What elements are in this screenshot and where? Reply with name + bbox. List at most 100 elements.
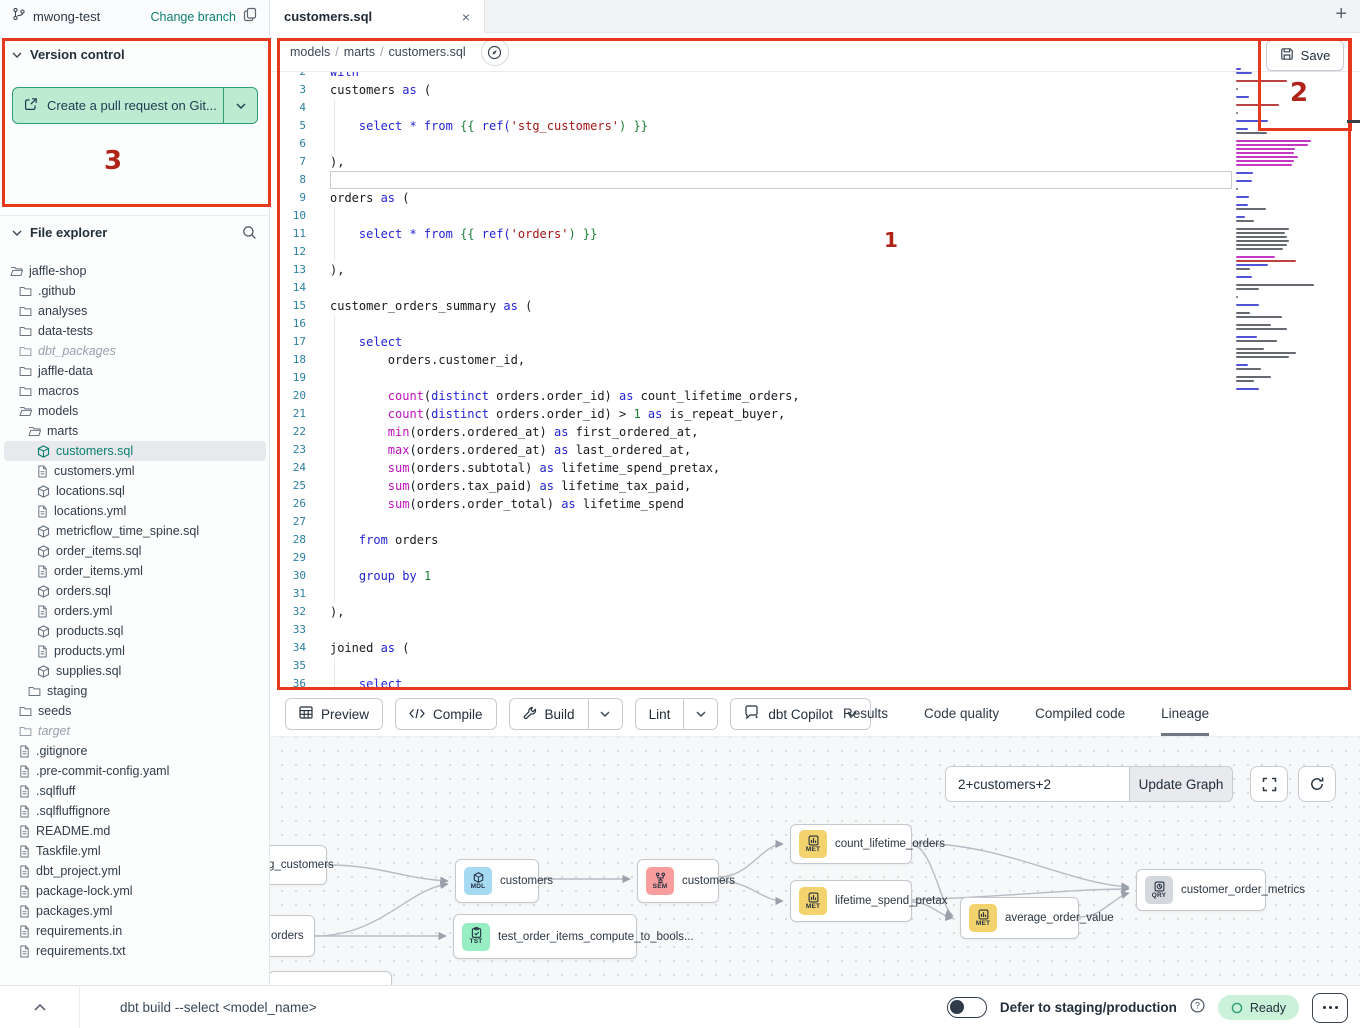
code-line-4[interactable]: 4	[270, 99, 1360, 117]
code-line-11[interactable]: 11 select * from {{ ref('orders') }}	[270, 225, 1360, 243]
tree-item-staging[interactable]: staging	[4, 681, 266, 701]
lineage-node-customer-order-metrics[interactable]: QRYcustomer_order_metrics	[1136, 869, 1266, 911]
tree-item-order-items-yml[interactable]: order_items.yml	[4, 561, 266, 581]
breadcrumb-item[interactable]: customers.sql	[389, 45, 466, 59]
code-line-22[interactable]: 22 min(orders.ordered_at) as first_order…	[270, 423, 1360, 441]
tab-close-icon[interactable]: ×	[462, 10, 470, 24]
compile-button[interactable]: Compile	[395, 698, 497, 730]
create-pr-button[interactable]: Create a pull request on Git...	[12, 87, 258, 124]
tree-item-metricflow-time-spine-sql[interactable]: metricflow_time_spine.sql	[4, 521, 266, 541]
code-line-15[interactable]: 15customer_orders_summary as (	[270, 297, 1360, 315]
tab-compiled-code[interactable]: Compiled code	[1035, 692, 1125, 736]
tree-item-target[interactable]: target	[4, 721, 266, 741]
pr-dropdown-toggle[interactable]	[223, 88, 257, 123]
copy-branch-icon[interactable]	[243, 7, 257, 27]
change-branch-link[interactable]: Change branch	[151, 10, 236, 24]
code-line-31[interactable]: 31	[270, 585, 1360, 603]
tree-item-supplies-sql[interactable]: supplies.sql	[4, 661, 266, 681]
lineage-node-stg-customers[interactable]: stg_customers	[270, 845, 327, 885]
code-line-27[interactable]: 27	[270, 513, 1360, 531]
code-line-17[interactable]: 17 select	[270, 333, 1360, 351]
tree-item--sqlfluffignore[interactable]: .sqlfluffignore	[4, 801, 266, 821]
tree-item-macros[interactable]: macros	[4, 381, 266, 401]
code-line-5[interactable]: 5 select * from {{ ref('stg_customers') …	[270, 117, 1360, 135]
tree-item--gitignore[interactable]: .gitignore	[4, 741, 266, 761]
tree-item--sqlfluff[interactable]: .sqlfluff	[4, 781, 266, 801]
save-button[interactable]: Save	[1266, 40, 1344, 71]
tree-item-products-yml[interactable]: products.yml	[4, 641, 266, 661]
tree-item-readme-md[interactable]: README.md	[4, 821, 266, 841]
tree-item-marts[interactable]: marts	[4, 421, 266, 441]
code-line-20[interactable]: 20 count(distinct orders.order_id) as co…	[270, 387, 1360, 405]
build-button[interactable]: Build	[510, 699, 588, 729]
tree-item-jaffle-shop[interactable]: jaffle-shop	[4, 261, 266, 281]
search-icon[interactable]	[242, 225, 257, 240]
tree-item-packages-yml[interactable]: packages.yml	[4, 901, 266, 921]
code-line-16[interactable]: 16	[270, 315, 1360, 333]
code-line-2[interactable]: 2with	[270, 72, 1360, 81]
refresh-button[interactable]	[1298, 766, 1336, 802]
build-dropdown[interactable]	[588, 699, 622, 729]
new-tab-button[interactable]: +	[1335, 3, 1347, 26]
breadcrumb-item[interactable]: models	[290, 45, 330, 59]
code-line-28[interactable]: 28 from orders	[270, 531, 1360, 549]
help-icon[interactable]: ?	[1190, 998, 1205, 1018]
tree-item-dbt-project-yml[interactable]: dbt_project.yml	[4, 861, 266, 881]
tree-item-locations-sql[interactable]: locations.sql	[4, 481, 266, 501]
tree-item-orders-sql[interactable]: orders.sql	[4, 581, 266, 601]
code-line-6[interactable]: 6	[270, 135, 1360, 153]
code-editor[interactable]: 2with3customers as (45 select * from {{ …	[270, 72, 1360, 692]
lineage-node-lifetime-spend-pretax[interactable]: METlifetime_spend_pretax	[790, 880, 912, 922]
tree-item-orders-yml[interactable]: orders.yml	[4, 601, 266, 621]
file-explorer-header[interactable]: File explorer	[0, 225, 269, 240]
tree-item-locations-yml[interactable]: locations.yml	[4, 501, 266, 521]
defer-toggle[interactable]	[947, 997, 987, 1018]
code-line-32[interactable]: 32),	[270, 603, 1360, 621]
tree-item-models[interactable]: models	[4, 401, 266, 421]
code-line-36[interactable]: 36 select	[270, 675, 1360, 692]
tree-item-requirements-txt[interactable]: requirements.txt	[4, 941, 266, 961]
code-line-34[interactable]: 34joined as (	[270, 639, 1360, 657]
code-line-29[interactable]: 29	[270, 549, 1360, 567]
tree-item-products-sql[interactable]: products.sql	[4, 621, 266, 641]
lineage-node-average-order-value[interactable]: METaverage_order_value	[960, 897, 1079, 939]
code-line-13[interactable]: 13),	[270, 261, 1360, 279]
preview-button[interactable]: Preview	[285, 698, 383, 730]
tree-item--pre-commit-config-yaml[interactable]: .pre-commit-config.yaml	[4, 761, 266, 781]
code-line-14[interactable]: 14	[270, 279, 1360, 297]
tree-item-customers-sql[interactable]: customers.sql	[4, 441, 266, 461]
tree-item-taskfile-yml[interactable]: Taskfile.yml	[4, 841, 266, 861]
code-line-26[interactable]: 26 sum(orders.order_total) as lifetime_s…	[270, 495, 1360, 513]
create-pr-main[interactable]: Create a pull request on Git...	[13, 88, 223, 123]
lineage-node-test-order-items-compute-to-bools-[interactable]: TSTtest_order_items_compute_to_bools...	[453, 914, 637, 959]
overflow-menu-button[interactable]	[1312, 993, 1348, 1023]
tree-item-customers-yml[interactable]: customers.yml	[4, 461, 266, 481]
lineage-node-orders[interactable]: orders	[270, 915, 315, 957]
code-line-35[interactable]: 35	[270, 657, 1360, 675]
code-line-10[interactable]: 10	[270, 207, 1360, 225]
code-line-30[interactable]: 30 group by 1	[270, 567, 1360, 585]
lineage-node-customers[interactable]: SEMcustomers	[637, 859, 719, 903]
tree-item-seeds[interactable]: seeds	[4, 701, 266, 721]
code-line-3[interactable]: 3customers as (	[270, 81, 1360, 99]
code-line-19[interactable]: 19	[270, 369, 1360, 387]
tree-item-order-items-sql[interactable]: order_items.sql	[4, 541, 266, 561]
fullscreen-button[interactable]	[1250, 766, 1288, 802]
tree-item-dbt-packages[interactable]: dbt_packages	[4, 341, 266, 361]
command-input[interactable]: dbt build --select <model_name>	[120, 1000, 317, 1015]
lineage-node-customers[interactable]: MDLcustomers	[455, 859, 539, 903]
tree-item-data-tests[interactable]: data-tests	[4, 321, 266, 341]
update-graph-button[interactable]: Update Graph	[1129, 766, 1233, 802]
tab-code-quality[interactable]: Code quality	[924, 692, 999, 736]
minimap[interactable]	[1236, 68, 1318, 392]
tab-lineage[interactable]: Lineage	[1161, 692, 1209, 736]
lint-dropdown[interactable]	[683, 699, 717, 729]
model-selector-input[interactable]	[945, 766, 1129, 802]
tree-item-package-lock-yml[interactable]: package-lock.yml	[4, 881, 266, 901]
code-line-18[interactable]: 18 orders.customer_id,	[270, 351, 1360, 369]
code-line-25[interactable]: 25 sum(orders.tax_paid) as lifetime_tax_…	[270, 477, 1360, 495]
editor-tab[interactable]: customers.sql ×	[270, 0, 485, 33]
tab-results[interactable]: Results	[843, 692, 888, 736]
version-control-header[interactable]: Version control	[0, 47, 269, 62]
tree-item-requirements-in[interactable]: requirements.in	[4, 921, 266, 941]
